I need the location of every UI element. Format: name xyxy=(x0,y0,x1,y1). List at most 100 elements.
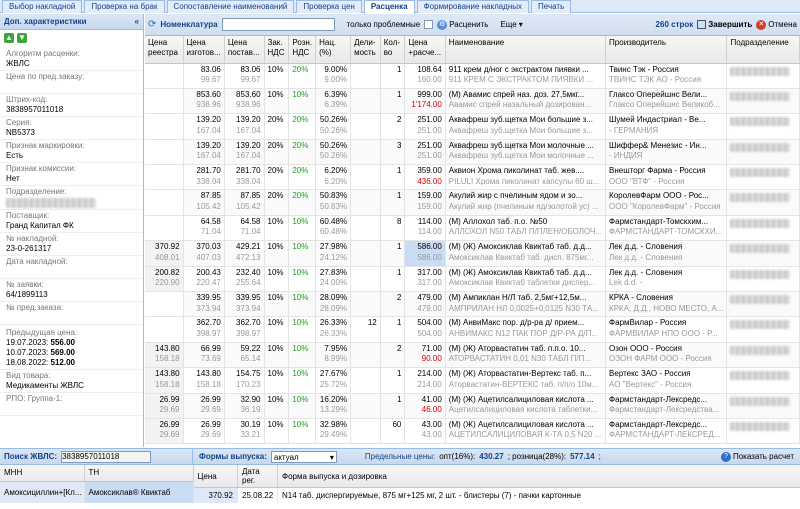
reg-cell[interactable]: 370.92 408.01 xyxy=(145,240,184,267)
qty-cell[interactable]: 1 xyxy=(380,393,406,419)
qty-cell[interactable]: 1 xyxy=(380,63,406,89)
form-row[interactable]: 370.92 25.08.22 N14 таб. диспергируемые,… xyxy=(193,487,800,503)
qty-cell[interactable]: 1 xyxy=(380,88,406,115)
mk-cell[interactable]: 32.98% 29.49% xyxy=(315,418,352,445)
more-button[interactable]: Еще ▾ xyxy=(500,20,522,29)
manufacturer-cell[interactable]: ФармВилар - Россия ФАРМВИЛАР НПО ООО - Р.… xyxy=(605,316,728,343)
divisibility-cell[interactable] xyxy=(350,367,381,394)
manufacturer-cell[interactable]: Твинс Тэк - Россия ТВИНС ТЭК АО - Россия xyxy=(605,63,728,89)
manufacturer-cell[interactable]: Внешторг Фарма - Россия ООО "ВТФ" - Росси… xyxy=(605,164,728,191)
mk-cell[interactable]: 27.67% 25.72% xyxy=(315,367,352,394)
manufacturer-cell[interactable]: Фармстандарт-Лексредс... ФАРМСТАНДАРТ-ЛЕК… xyxy=(605,418,728,445)
mnn-row[interactable]: Амоксициллин+[Кл... Амоксиклав® Квиктаб xyxy=(0,481,194,503)
vat-cell[interactable]: 10% xyxy=(264,215,290,242)
sup-cell[interactable]: 87.85 105.42 xyxy=(224,189,265,216)
table-row[interactable]: 26.99 29.69 26.99 29.69 32.90 36.19 10% 10% 16.2… xyxy=(145,393,800,419)
form-price-col-header[interactable]: Цена xyxy=(193,465,238,488)
price-cell[interactable]: 479.00 479.00 xyxy=(404,291,446,318)
table-row[interactable]: 339.95 373.94 339.95 373.94 10% 10% 28.09% 28.0… xyxy=(145,291,800,318)
vat-cell[interactable]: 20% xyxy=(264,164,290,191)
reg-cell[interactable] xyxy=(145,189,184,216)
vat-cell[interactable]: 10% xyxy=(264,367,290,394)
name-cell[interactable]: (М) (Ж) Амоксиклав Квиктаб таб. д.д... Ам… xyxy=(445,240,607,267)
name-cell[interactable]: (М) Аллохол таб. п.о. №50 АЛЛОХОЛ N50 ТАБ… xyxy=(445,215,607,242)
finish-button[interactable]: Завершить xyxy=(697,20,752,29)
qty-cell[interactable]: 1 xyxy=(380,240,406,267)
retail-vat-cell[interactable]: 10% xyxy=(288,88,317,115)
divisibility-cell[interactable] xyxy=(350,139,381,166)
manufacturer-cell[interactable]: Глаксо Оперейшнс Вели... Глаксо Оперейшнс… xyxy=(605,88,728,115)
tab-2[interactable]: Проверка на брак xyxy=(84,0,165,13)
reg-cell[interactable]: 200.82 220.90 xyxy=(145,266,184,293)
nomenclature-input[interactable] xyxy=(221,18,335,31)
mk-cell[interactable]: 50.26% 50.26% xyxy=(315,139,352,166)
tab-3[interactable]: Сопоставление наименований xyxy=(166,0,295,13)
qty-cell[interactable]: 1 xyxy=(380,266,406,293)
mfr-cell[interactable]: 139.20 167.04 xyxy=(183,113,225,140)
mk-cell[interactable]: 16.20% 13.29% xyxy=(315,393,352,419)
manufacturer-cell[interactable]: КоролевФарм ООО - Рос... ООО "КоролевФарм… xyxy=(605,189,728,216)
mk-cell[interactable]: 60.48% 60.48% xyxy=(315,215,352,242)
name-cell[interactable]: Аквион Хрома пиколинат таб. жев.... PILUL… xyxy=(445,164,607,191)
arrow-down-icon[interactable]: ▼ xyxy=(17,33,27,43)
sup-cell[interactable]: 59.22 65.14 xyxy=(224,342,265,369)
price-cell[interactable]: 317.00 317.00 xyxy=(404,266,446,293)
collapse-icon[interactable]: « xyxy=(135,14,139,30)
department-cell[interactable] xyxy=(726,342,800,369)
department-cell[interactable] xyxy=(726,139,800,166)
sup-cell[interactable]: 83.06 99.67 xyxy=(224,63,265,89)
retail-vat-cell[interactable]: 10% xyxy=(288,342,317,369)
column-header-11[interactable]: Подразделение xyxy=(726,36,800,64)
name-cell[interactable]: (М) (Ж) Ацетилсалициловая кислота ... АЦЕ… xyxy=(445,418,607,445)
retail-vat-cell[interactable]: 20% xyxy=(288,63,317,89)
qty-cell[interactable]: 3 xyxy=(380,139,406,166)
table-row[interactable]: 83.06 99.67 83.06 99.67 10% 20% 9.00% 9.00% 1 108… xyxy=(145,63,800,89)
sup-cell[interactable]: 281.70 338.04 xyxy=(224,164,265,191)
table-row[interactable]: 200.82 220.90 200.43 220.47 232.40 255.64 10% 1… xyxy=(145,266,800,293)
tab-5[interactable]: Расценка xyxy=(363,0,415,14)
price-cell[interactable]: 159.00 159.00 xyxy=(404,189,446,216)
mk-cell[interactable]: 9.00% 9.00% xyxy=(315,63,352,89)
column-header-3[interactable]: Зак. НДС xyxy=(264,36,290,64)
sup-cell[interactable]: 429.21 472.13 xyxy=(224,240,265,267)
price-cell[interactable]: 251.00 251.00 xyxy=(404,113,446,140)
table-row[interactable]: 139.20 167.04 139.20 167.04 20% 20% 50.26% 50.2… xyxy=(145,113,800,140)
department-cell[interactable] xyxy=(726,215,800,242)
vat-cell[interactable]: 20% xyxy=(264,189,290,216)
name-cell[interactable]: (М) (Ж) Аторвастатин-Вертекс таб. п... Ат… xyxy=(445,367,607,394)
manufacturer-cell[interactable]: Шумей Индастриал - Ве... - ГЕРМАНИЯ xyxy=(605,113,728,140)
mk-cell[interactable]: 26.33% 26.33% xyxy=(315,316,352,343)
name-cell[interactable]: Акулий жир с пчелиным ядом и зо... Акулий… xyxy=(445,189,607,216)
divisibility-cell[interactable] xyxy=(350,393,381,419)
name-cell[interactable]: (М) (Ж) Аторвастатин таб. п.п.о. 10... АТ… xyxy=(445,342,607,369)
reg-cell[interactable]: 143.80 158.18 xyxy=(145,342,184,369)
mk-cell[interactable]: 50.26% 50.26% xyxy=(315,113,352,140)
retail-vat-cell[interactable]: 20% xyxy=(288,113,317,140)
mk-cell[interactable]: 6.20% 6.20% xyxy=(315,164,352,191)
sup-cell[interactable]: 32.90 36.19 xyxy=(224,393,265,419)
tab-7[interactable]: Печать xyxy=(531,0,572,13)
divisibility-cell[interactable] xyxy=(350,215,381,242)
divisibility-cell[interactable] xyxy=(350,418,381,445)
department-cell[interactable] xyxy=(726,240,800,267)
mfr-cell[interactable]: 362.70 398.97 xyxy=(183,316,225,343)
column-header-2[interactable]: Цена постав... xyxy=(224,36,265,64)
price-cell[interactable]: 214.00 214.00 xyxy=(404,367,446,394)
table-row[interactable]: 362.70 398.97 362.70 398.97 10% 10% 26.33% 26.3… xyxy=(145,316,800,343)
column-header-10[interactable]: Производитель xyxy=(605,36,728,64)
vat-cell[interactable]: 10% xyxy=(264,63,290,89)
qty-cell[interactable]: 60 xyxy=(380,418,406,445)
sup-cell[interactable]: 30.19 33.21 xyxy=(224,418,265,445)
mk-cell[interactable]: 27.83% 24.00% xyxy=(315,266,352,293)
divisibility-cell[interactable] xyxy=(350,88,381,115)
price-cell[interactable]: 71.00 90.00 xyxy=(404,342,446,369)
retail-vat-cell[interactable]: 10% xyxy=(288,393,317,419)
sup-cell[interactable]: 64.58 71.04 xyxy=(224,215,265,242)
vat-cell[interactable]: 20% xyxy=(264,113,290,140)
reg-cell[interactable]: 26.99 29.69 xyxy=(145,418,184,445)
mfr-cell[interactable]: 83.06 99.67 xyxy=(183,63,225,89)
department-cell[interactable] xyxy=(726,189,800,216)
mfr-cell[interactable]: 26.99 29.69 xyxy=(183,418,225,445)
divisibility-cell[interactable]: 12 xyxy=(350,316,381,343)
vat-cell[interactable]: 10% xyxy=(264,240,290,267)
